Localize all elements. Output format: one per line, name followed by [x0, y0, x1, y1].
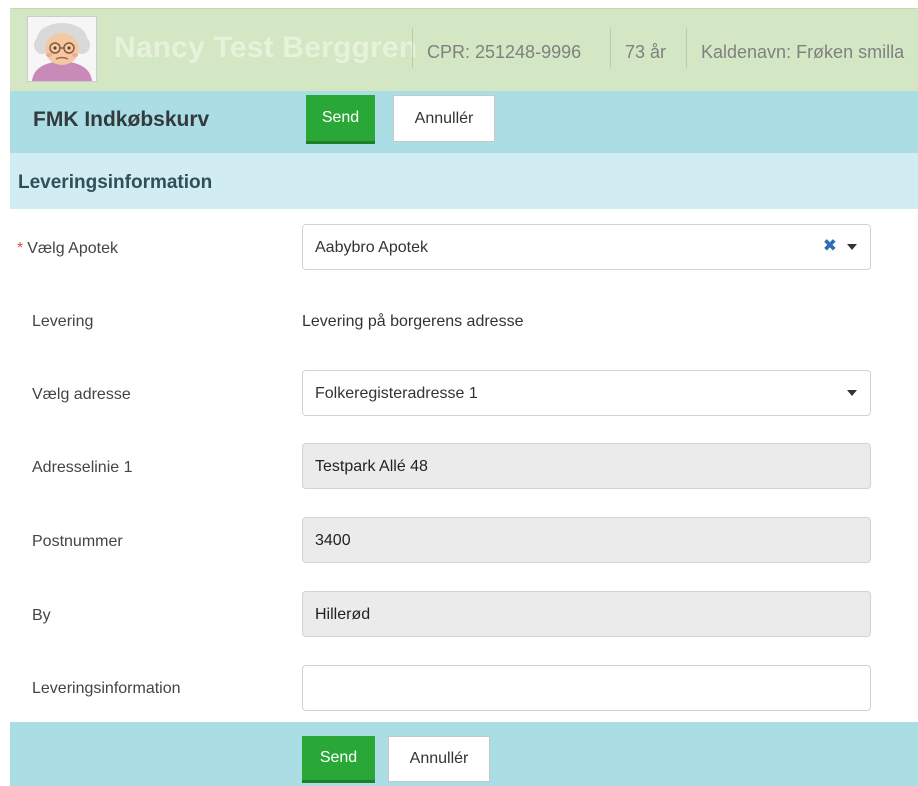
patient-header: Nancy Test Berggren CPR: 251248-9996 73 … [10, 8, 918, 91]
cart-toolbar-bottom: Send Annullér [10, 722, 918, 786]
address-select-label: Vælg adresse [32, 386, 131, 403]
patient-nickname: Kaldenavn: Frøken smilla [701, 42, 905, 62]
city-label: By [32, 607, 51, 624]
elderly-woman-avatar-icon [28, 17, 96, 81]
patient-cpr: CPR: 251248-9996 [427, 42, 582, 62]
pharmacy-label: * Vælg Apotek [17, 240, 118, 258]
patient-name: Nancy Test Berggren [114, 31, 418, 64]
divider [610, 28, 611, 68]
postcode-value: 3400 [315, 532, 351, 549]
delivery-info-input[interactable] [302, 665, 871, 711]
send-button[interactable]: Send [306, 95, 375, 144]
cancel-button[interactable]: Annullér [393, 95, 495, 142]
section-title: Leveringsinformation [18, 172, 213, 193]
cart-toolbar-top: FMK Indkøbskurv Send Annullér [10, 91, 918, 153]
address-line1-value: Testpark Allé 48 [315, 458, 428, 475]
divider [686, 28, 687, 68]
address-selected-value: Folkeregisteradresse 1 [315, 385, 478, 402]
clear-x-icon[interactable]: ✖ [823, 236, 837, 256]
postcode-field: 3400 [302, 517, 871, 563]
address-select[interactable]: Folkeregisteradresse 1 [302, 370, 871, 416]
address-line1-field: Testpark Allé 48 [302, 443, 871, 489]
divider [412, 28, 413, 68]
levering-label: Levering [32, 313, 94, 330]
patient-avatar [27, 16, 97, 82]
chevron-down-icon[interactable] [847, 390, 857, 396]
postcode-label: Postnummer [32, 533, 123, 550]
levering-value: Levering på borgerens adresse [302, 313, 524, 330]
pharmacy-label-text: Vælg Apotek [27, 240, 118, 257]
pharmacy-selected-value: Aabybro Apotek [315, 239, 428, 256]
address-line1-label: Adresselinie 1 [32, 459, 133, 476]
patient-age: 73 år [625, 42, 667, 62]
pharmacy-select[interactable]: Aabybro Apotek ✖ [302, 224, 871, 270]
delivery-info-label: Leveringsinformation [32, 680, 181, 697]
send-button[interactable]: Send [302, 736, 375, 783]
city-value: Hillerød [315, 606, 371, 623]
cancel-button[interactable]: Annullér [388, 736, 490, 782]
required-marker: * [17, 240, 24, 257]
cart-title: FMK Indkøbskurv [33, 108, 210, 131]
delivery-section-header: Leveringsinformation [10, 153, 918, 209]
city-field: Hillerød [302, 591, 871, 637]
chevron-down-icon[interactable] [847, 244, 857, 250]
